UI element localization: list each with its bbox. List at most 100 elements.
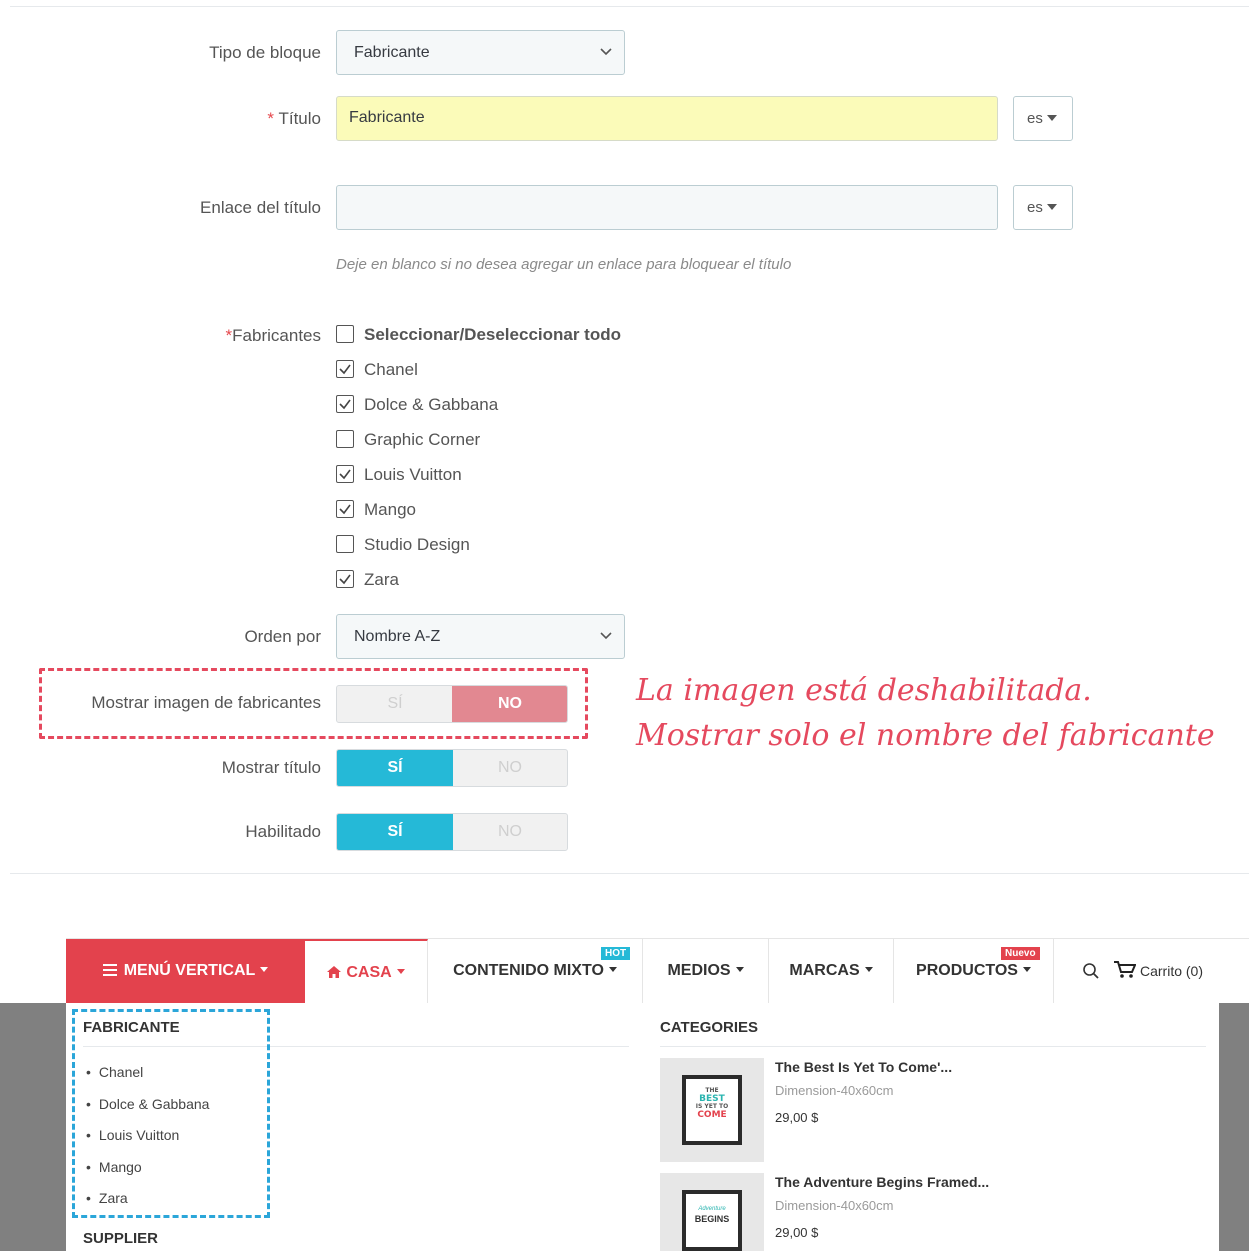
menu-brands-label: MARCAS (789, 962, 860, 979)
manufacturer-checkbox[interactable]: Dolce & Gabbana (336, 395, 498, 419)
backdrop-right (1219, 1003, 1249, 1251)
title-link-input[interactable] (336, 185, 998, 230)
show-image-no[interactable]: NO (452, 686, 567, 722)
cart-label: Carrito (0) (1140, 963, 1204, 979)
show-image-label: Mostrar imagen de fabricantes (91, 693, 321, 712)
title-label-text: Título (278, 109, 321, 128)
product-image[interactable]: Adventure BEGINS (660, 1173, 764, 1251)
title-link-help: Deje en blanco si no desea agregar un en… (336, 256, 792, 273)
manufacturer-checkbox[interactable]: Chanel (336, 360, 418, 384)
enabled-label: Habilitado (245, 822, 321, 841)
manufacturer-checkbox[interactable]: Louis Vuitton (336, 465, 462, 489)
product-name[interactable]: The Best Is Yet To Come'... (775, 1059, 952, 1075)
checkbox-checked[interactable] (336, 395, 354, 413)
product-price: 29,00 $ (775, 1110, 819, 1125)
main-menu: MENÚ VERTICAL CASA HOT CONTENIDO MIXTO M… (66, 938, 1249, 1004)
poster-frame: Adventure BEGINS (682, 1190, 742, 1251)
show-image-yes[interactable]: SÍ (337, 686, 453, 722)
block-type-label: Tipo de bloque (209, 43, 321, 62)
cart-link[interactable]: Carrito (0) (1114, 961, 1203, 979)
order-by-select[interactable]: Nombre A-Z (336, 614, 625, 659)
caret-down-icon (260, 967, 269, 972)
order-by-label: Orden por (244, 627, 321, 646)
block-type-value: Fabricante (354, 44, 430, 61)
poster-text: BEST (699, 1094, 725, 1104)
menu-media[interactable]: MEDIOS (643, 939, 769, 1004)
top-divider (10, 6, 1249, 7)
block-type-select[interactable]: Fabricante (336, 30, 625, 75)
new-badge: Nuevo (1001, 947, 1040, 960)
required-mark: * (267, 109, 275, 128)
enabled-no[interactable]: NO (452, 814, 567, 850)
annotation-line-1: La imagen está deshabilitada. (636, 673, 1092, 708)
menu-mixed-label: CONTENIDO MIXTO (453, 962, 604, 979)
enabled-yes[interactable]: SÍ (337, 814, 453, 850)
show-title-yes[interactable]: SÍ (337, 750, 453, 786)
title-link-label: Enlace del título (200, 198, 321, 217)
menu-casa-label: CASA (346, 964, 392, 981)
manufacturer-label: Dolce & Gabbana (364, 395, 499, 414)
menu-mixed-content[interactable]: HOT CONTENIDO MIXTO (428, 939, 643, 1004)
enabled-toggle[interactable]: SÍ NO (336, 813, 568, 851)
hot-badge: HOT (601, 947, 631, 960)
title-input-value: Fabricante (349, 109, 425, 126)
title-link-lang-button[interactable]: es (1013, 185, 1073, 230)
show-title-no[interactable]: NO (452, 750, 567, 786)
caret-down-icon (864, 967, 873, 972)
manufacturer-checkbox[interactable]: Graphic Corner (336, 430, 480, 454)
checkbox-checked[interactable] (336, 570, 354, 588)
chevron-down-icon (600, 48, 612, 56)
search-icon (1083, 963, 1099, 979)
show-title-label: Mostrar título (221, 758, 321, 777)
product-image[interactable]: THE BEST IS YET TO COME (660, 1058, 764, 1162)
chevron-down-icon (600, 632, 612, 640)
poster-text: BEGINS (694, 1214, 730, 1224)
menu-casa[interactable]: CASA (305, 939, 428, 1004)
show-image-toggle[interactable]: SÍ NO (336, 685, 568, 723)
cart-icon (1114, 961, 1137, 978)
home-icon (327, 966, 342, 978)
menu-products-label: PRODUCTOS (916, 962, 1018, 979)
title-lang-button[interactable]: es (1013, 96, 1073, 141)
manufacturer-label: Graphic Corner (364, 430, 481, 449)
backdrop-left (0, 1003, 66, 1251)
select-all-label: Seleccionar/Deseleccionar todo (364, 325, 621, 344)
search-button[interactable] (1082, 962, 1100, 985)
categories-section-divider (660, 1046, 1206, 1047)
manufacturer-checkbox[interactable]: Studio Design (336, 535, 470, 559)
checkbox-unchecked[interactable] (336, 430, 354, 448)
caret-down-icon (1046, 115, 1057, 121)
menu-vertical-label: MENÚ VERTICAL (123, 962, 256, 979)
show-title-toggle[interactable]: SÍ NO (336, 749, 568, 787)
manufacturer-label: Louis Vuitton (364, 465, 462, 484)
hamburger-icon (102, 964, 117, 976)
checkbox-checked[interactable] (336, 465, 354, 483)
product-price: 29,00 $ (775, 1225, 819, 1240)
poster-frame: THE BEST IS YET TO COME (682, 1075, 742, 1145)
menu-brands[interactable]: MARCAS (769, 939, 894, 1004)
checkbox-box[interactable] (336, 325, 354, 343)
checkbox-unchecked[interactable] (336, 535, 354, 553)
menu-media-label: MEDIOS (667, 962, 731, 979)
lang-code: es (1027, 110, 1043, 127)
checkbox-checked[interactable] (336, 500, 354, 518)
product-name[interactable]: The Adventure Begins Framed... (775, 1174, 989, 1190)
highlight-box (72, 1009, 270, 1218)
select-all-checkbox[interactable]: Seleccionar/Deseleccionar todo (336, 325, 621, 349)
checkbox-checked[interactable] (336, 360, 354, 378)
supplier-section-title: SUPPLIER (83, 1230, 159, 1247)
manufacturers-label: *Fabricantes (226, 326, 321, 346)
menu-products[interactable]: Nuevo PRODUCTOS (894, 939, 1054, 1004)
manufacturer-checkbox[interactable]: Mango (336, 500, 416, 524)
section-divider (10, 873, 1249, 874)
manufacturer-label: Mango (364, 500, 416, 519)
caret-down-icon (735, 967, 744, 972)
menu-vertical[interactable]: MENÚ VERTICAL (66, 939, 305, 1004)
manufacturer-label: Chanel (364, 360, 418, 379)
caret-down-icon (1022, 967, 1031, 972)
product-dimension: Dimension-40x60cm (775, 1198, 894, 1213)
title-input[interactable]: Fabricante (336, 96, 998, 141)
manufacturer-checkbox[interactable]: Zara (336, 570, 399, 594)
title-label: * Título (267, 109, 321, 129)
poster-text: COME (697, 1110, 727, 1120)
